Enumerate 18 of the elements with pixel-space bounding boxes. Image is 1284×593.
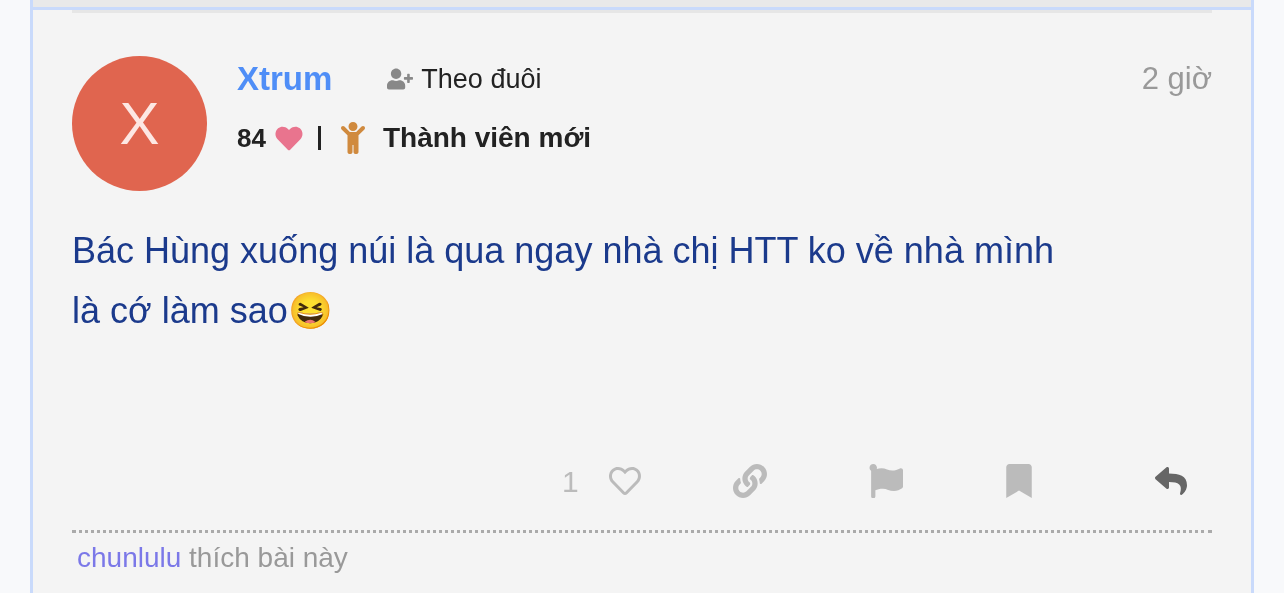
user-avatar[interactable]: X: [72, 56, 207, 191]
liked-by-text: chunlulu thích bài này: [77, 541, 349, 575]
post-time: 2 giờ: [1141, 59, 1212, 98]
username-link[interactable]: Xtrum: [237, 54, 333, 104]
bookmark-button[interactable]: [1004, 464, 1033, 498]
post-body: Bác Hùng xuống núi là qua ngay nhà chị HTT ko về nhà mình là cớ làm sao😆: [72, 229, 1055, 333]
heart-icon: [273, 124, 304, 152]
user-plus-icon: [387, 68, 414, 90]
follow-button[interactable]: Theo đuôi: [387, 58, 542, 100]
flag-button[interactable]: [868, 464, 903, 498]
reply-button[interactable]: [1153, 465, 1189, 497]
link-button[interactable]: [732, 464, 767, 498]
like-count: 1: [562, 463, 579, 500]
likes-received-count: 84: [237, 121, 266, 155]
like-button[interactable]: [606, 465, 643, 497]
child-icon: [340, 122, 365, 154]
liker-link[interactable]: chunlulu: [77, 542, 182, 573]
user-rank: Thành viên mới: [382, 121, 592, 155]
